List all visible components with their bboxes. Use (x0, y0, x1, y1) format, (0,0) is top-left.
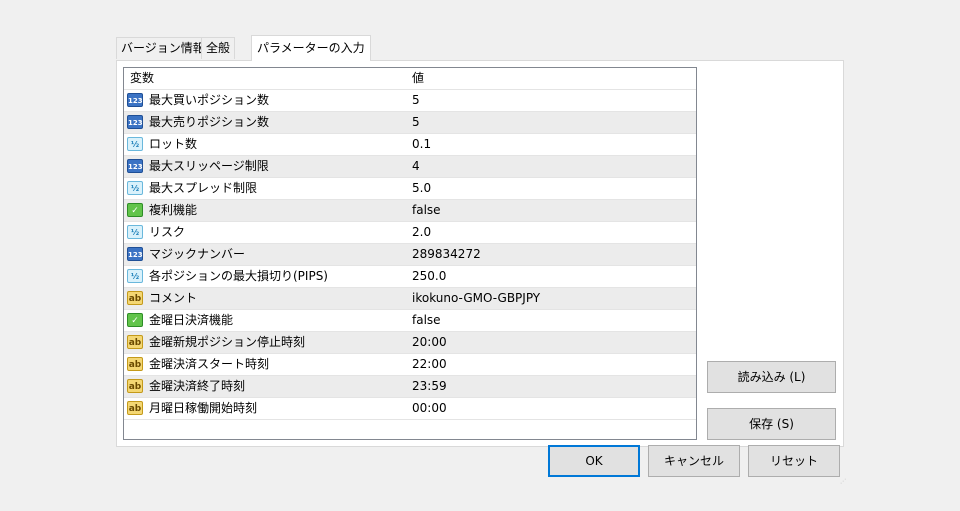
tab-general[interactable]: 全般 (201, 37, 236, 59)
parameter-name: 123 最大売りポジション数 (127, 112, 269, 133)
string-icon: ab (127, 356, 143, 371)
header-value: 値 (412, 71, 425, 85)
parameter-value[interactable]: 250.0 (412, 266, 446, 287)
double-icon: ½ (127, 224, 143, 239)
string-icon: ab (127, 378, 143, 393)
string-icon: ab (127, 290, 143, 305)
parameters-table[interactable]: 変数 値 123 最大買いポジション数 5 123 最大売りポジション数 5 ½ ロット数 0.… (123, 67, 697, 440)
parameter-name-label: 金曜日決済機能 (149, 313, 234, 327)
tab-version-info[interactable]: バージョン情報 (116, 37, 210, 59)
parameter-value[interactable]: 23:59 (412, 376, 447, 397)
table-row[interactable]: 123 最大買いポジション数 5 (124, 90, 696, 112)
table-row[interactable]: ½ 最大スプレッド制限 5.0 (124, 178, 696, 200)
bool-icon: ✓ (127, 312, 143, 327)
parameter-name-label: マジックナンバー (149, 247, 246, 261)
parameter-value[interactable]: 2.0 (412, 222, 431, 243)
parameter-name: ½ リスク (127, 222, 185, 243)
parameter-value[interactable]: 00:00 (412, 398, 447, 419)
parameter-name: ab コメント (127, 288, 197, 309)
reset-button[interactable]: リセット (748, 445, 840, 477)
parameter-name-label: 金曜決済スタート時刻 (149, 357, 270, 371)
parameter-name-label: 最大売りポジション数 (149, 115, 270, 129)
table-row[interactable]: ✓ 複利機能 false (124, 200, 696, 222)
double-icon: ½ (127, 180, 143, 195)
int-icon: 123 (127, 246, 143, 261)
table-row[interactable]: ab 金曜新規ポジション停止時刻 20:00 (124, 332, 696, 354)
parameter-value[interactable]: 5.0 (412, 178, 431, 199)
parameter-value[interactable]: 5 (412, 90, 420, 111)
parameter-name-label: 最大スプレッド制限 (149, 181, 258, 195)
resize-grip-icon[interactable]: ⋰ (840, 478, 848, 485)
double-icon: ½ (127, 136, 143, 151)
parameter-name: 123 最大スリッページ制限 (127, 156, 269, 177)
save-button[interactable]: 保存 (S) (707, 408, 836, 440)
parameter-name: ab 金曜決済終了時刻 (127, 376, 245, 397)
table-row[interactable]: ab 月曜日稼働開始時刻 00:00 (124, 398, 696, 420)
table-row[interactable]: 123 マジックナンバー 289834272 (124, 244, 696, 266)
parameter-name: ½ ロット数 (127, 134, 197, 155)
parameter-value[interactable]: ikokuno-GMO-GBPJPY (412, 288, 540, 309)
parameter-name: 123 マジックナンバー (127, 244, 245, 265)
table-row[interactable]: ✓ 金曜日決済機能 false (124, 310, 696, 332)
table-row[interactable]: ½ ロット数 0.1 (124, 134, 696, 156)
load-button[interactable]: 読み込み (L) (707, 361, 836, 393)
int-icon: 123 (127, 158, 143, 173)
parameter-name: ✓ 金曜日決済機能 (127, 310, 233, 331)
tab-input-parameters[interactable]: パラメーターの入力 (251, 35, 371, 61)
table-header: 変数 値 (124, 68, 696, 90)
parameter-value[interactable]: false (412, 200, 441, 221)
parameter-name: ½ 最大スプレッド制限 (127, 178, 257, 199)
parameter-name-label: ロット数 (149, 137, 198, 151)
table-row[interactable]: ab 金曜決済終了時刻 23:59 (124, 376, 696, 398)
string-icon: ab (127, 400, 143, 415)
parameter-name: 123 最大買いポジション数 (127, 90, 269, 111)
parameter-value[interactable]: 0.1 (412, 134, 431, 155)
parameter-value[interactable]: false (412, 310, 441, 331)
ok-button[interactable]: OK (548, 445, 640, 477)
parameter-name-label: コメント (149, 291, 198, 305)
parameter-value[interactable]: 4 (412, 156, 420, 177)
parameter-name-label: リスク (149, 225, 186, 239)
parameter-name-label: 金曜新規ポジション停止時刻 (149, 335, 306, 349)
table-row[interactable]: ½ リスク 2.0 (124, 222, 696, 244)
tab-label: パラメーターの入力 (257, 41, 365, 55)
parameter-name-label: 月曜日稼働開始時刻 (149, 401, 258, 415)
table-row[interactable]: ab 金曜決済スタート時刻 22:00 (124, 354, 696, 376)
parameter-value[interactable]: 289834272 (412, 244, 481, 265)
parameter-name: ab 金曜決済スタート時刻 (127, 354, 269, 375)
tab-label: 全般 (206, 41, 231, 55)
bool-icon: ✓ (127, 202, 143, 217)
parameter-name: ab 金曜新規ポジション停止時刻 (127, 332, 305, 353)
double-icon: ½ (127, 268, 143, 283)
parameter-name-label: 金曜決済終了時刻 (149, 379, 246, 393)
cancel-button[interactable]: キャンセル (648, 445, 740, 477)
parameter-name: ½ 各ポジションの最大損切り(PIPS) (127, 266, 328, 287)
parameter-name-label: 最大スリッページ制限 (149, 159, 269, 173)
int-icon: 123 (127, 114, 143, 129)
table-row[interactable]: 123 最大スリッページ制限 4 (124, 156, 696, 178)
tab-label: バージョン情報 (121, 41, 205, 55)
int-icon: 123 (127, 92, 143, 107)
parameter-name: ab 月曜日稼働開始時刻 (127, 398, 257, 419)
string-icon: ab (127, 334, 143, 349)
parameter-value[interactable]: 20:00 (412, 332, 447, 353)
parameter-name: ✓ 複利機能 (127, 200, 197, 221)
header-variable: 変数 (130, 71, 155, 85)
table-row[interactable]: ½ 各ポジションの最大損切り(PIPS) 250.0 (124, 266, 696, 288)
table-row[interactable]: ab コメント ikokuno-GMO-GBPJPY (124, 288, 696, 310)
parameter-value[interactable]: 22:00 (412, 354, 447, 375)
parameter-value[interactable]: 5 (412, 112, 420, 133)
table-row[interactable]: 123 最大売りポジション数 5 (124, 112, 696, 134)
parameter-name-label: 最大買いポジション数 (149, 93, 270, 107)
parameter-name-label: 各ポジションの最大損切り(PIPS) (149, 269, 328, 283)
parameter-name-label: 複利機能 (149, 203, 198, 217)
